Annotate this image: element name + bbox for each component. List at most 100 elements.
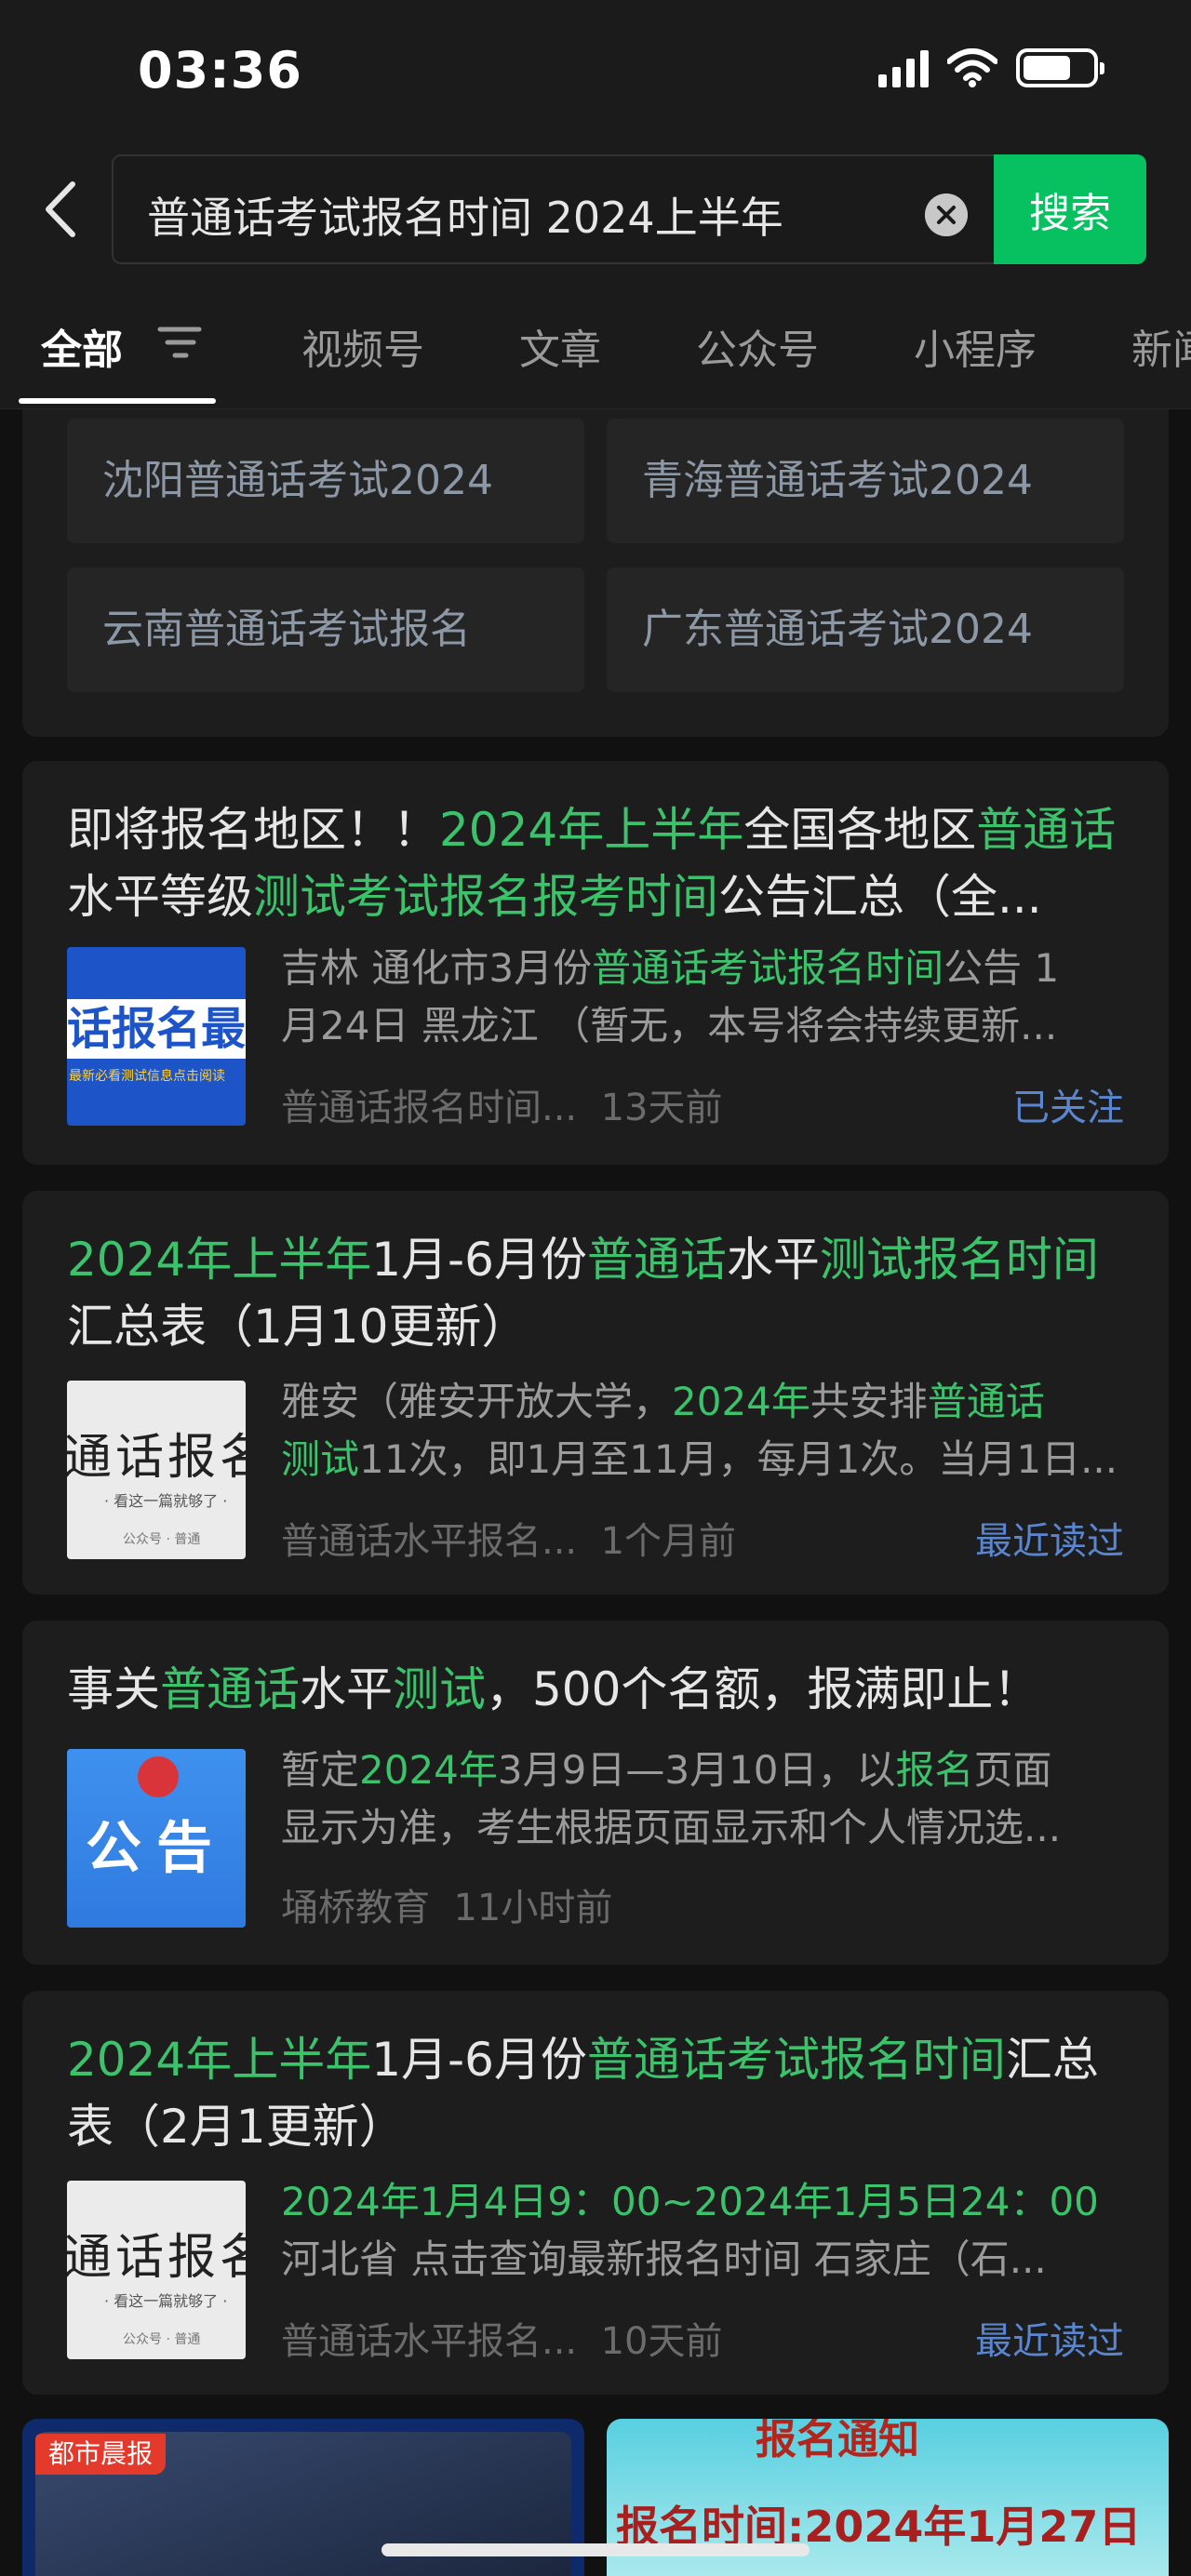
highlighted-keyword: 测试 (281, 1436, 360, 1482)
article-card[interactable]: 2024年上半年1月-6月份普通话考试报名时间汇总表（2月1更新） 通话报名汇 … (22, 1991, 1169, 2395)
highlighted-keyword: 2024年1月4日9：00~2024年1月5日24：00 (281, 2179, 1099, 2224)
search-button[interactable]: 搜索 (994, 154, 1146, 264)
highlighted-keyword: 2024年 (672, 1379, 810, 1424)
publish-time: 11小时前 (453, 1887, 613, 1929)
active-tab-indicator (19, 398, 216, 404)
article-card[interactable]: 2024年上半年1月-6月份普通话水平测试报名时间汇总表（1月10更新） 通话报… (22, 1191, 1169, 1595)
search-header: 普通话考试报名时间 2024上半年 搜索 (0, 140, 1191, 279)
source-name: 埇桥教育 (281, 1887, 430, 1929)
thumbnail-text: 话报名最新 (67, 999, 246, 1059)
text-segment: 3月9日—3月10日，以 (497, 1747, 896, 1793)
text-segment: 1月-6月份 (371, 1233, 587, 1287)
text-segment: ，500个名额，报满即止！ (486, 1662, 1040, 1716)
wifi-icon (947, 48, 997, 87)
highlighted-keyword: 报名 (895, 1747, 974, 1793)
text-segment: 雅安（雅安开放大学， (281, 1379, 673, 1424)
snippet-line: 2024年1月4日9：00~2024年1月5日24：00 (281, 2173, 1137, 2231)
related-search-chip[interactable]: 青海普通话考试2024 (607, 419, 1124, 543)
tab-articles[interactable]: 文章 (519, 316, 601, 376)
snippet-line: 吉林 通化市3月份普通话考试报名时间公告 1 (281, 940, 1137, 997)
seal-icon (138, 1756, 179, 1797)
related-search-chip[interactable]: 沈阳普通话考试2024 (67, 419, 584, 543)
text-segment: 全国各地区 (743, 803, 977, 857)
related-search-chip[interactable]: 广东普通话考试2024 (607, 567, 1124, 692)
text-segment: 吉林 通化市3月份 (281, 945, 593, 991)
article-card[interactable]: 事关普通话水平测试，500个名额，报满即止！ 公告 暂定2024年3月9日—3月… (22, 1621, 1169, 1965)
home-indicator[interactable] (381, 2543, 810, 2556)
text-segment: 月24日 黑龙江 （暂无，本号将会持续更新... (281, 1003, 1058, 1048)
article-snippet: 暂定2024年3月9日—3月10日，以报名页面显示为准，考生根据页面显示和个人情… (281, 1742, 1137, 1857)
tab-news[interactable]: 新闻 (1131, 316, 1191, 376)
text-segment: 水平 (726, 1233, 820, 1287)
highlighted-keyword: 普通话 (976, 803, 1117, 857)
article-source: 普通话水平报名... 1个月前 (281, 1511, 736, 1565)
source-badge: 都市晨报 (35, 2434, 167, 2475)
thumbnail-text: 公告 (86, 1816, 227, 1881)
source-name: 普通话水平报名... (281, 2320, 578, 2363)
text-segment: 共安排 (810, 1379, 928, 1424)
followed-tag: 已关注 (1012, 1087, 1124, 1129)
text-segment: 公告 1 (943, 945, 1060, 991)
text-segment: 水平 (300, 1662, 393, 1716)
search-input[interactable]: 普通话考试报名时间 2024上半年 (112, 154, 996, 264)
text-segment: 暂定 (281, 1747, 360, 1793)
text-segment: 11次，即1月至11月，每月1次。当月1日... (359, 1436, 1118, 1482)
back-arrow-icon[interactable] (37, 177, 84, 242)
recently-read-tag: 最近读过 (975, 1520, 1124, 1563)
recently-read-tag: 最近读过 (975, 2320, 1124, 2363)
text-segment: 页面 (973, 1747, 1052, 1793)
highlighted-keyword: 2024年 (359, 1747, 498, 1793)
highlighted-keyword: 测试考试报名报考时间 (253, 870, 718, 924)
tab-channels[interactable]: 视频号 (301, 316, 424, 376)
publish-time: 1个月前 (600, 1520, 737, 1563)
battery-icon (1016, 48, 1104, 87)
source-name: 普通话水平报名... (281, 1520, 578, 1563)
snippet-line: 雅安（雅安开放大学，2024年共安排普通话 (281, 1373, 1137, 1431)
highlighted-keyword: 测试 (393, 1662, 486, 1716)
battery-level (1024, 56, 1071, 80)
article-title: 2024年上半年1月-6月份普通话水平测试报名时间汇总表（1月10更新） (67, 1226, 1137, 1360)
related-search-chip[interactable]: 云南普通话考试报名 (67, 567, 584, 692)
text-segment: 显示为准，考生根据页面显示和个人情况选... (281, 1805, 1062, 1850)
thumbnail-caption: 最新必看测试信息点击阅读 (69, 1069, 225, 1084)
clear-search-icon[interactable] (925, 194, 968, 236)
snippet-line: 河北省 点击查询最新报名时间 石家庄（石... (281, 2231, 1137, 2289)
snippet-line: 测试11次，即1月至11月，每月1次。当月1日... (281, 1431, 1137, 1488)
thumbnail-footer: 公众号 · 普通 (123, 1532, 201, 1547)
article-title: 即将报名地区！！2024年上半年全国各地区普通话水平等级测试考试报名报考时间公告… (67, 796, 1137, 930)
text-segment: 事关 (67, 1662, 160, 1716)
search-tabs: 全部 视频号 文章 公众号 小程序 新闻 (0, 279, 1191, 409)
highlighted-keyword: 普通话 (586, 1233, 727, 1287)
tab-all[interactable]: 全部 (41, 316, 123, 376)
thumbnail-caption: · 看这一篇就够了 · (104, 1492, 228, 1510)
article-title: 事关普通话水平测试，500个名额，报满即止！ (67, 1656, 1137, 1723)
thumbnail-caption: · 看这一篇就够了 · (104, 2292, 228, 2310)
highlighted-keyword: 普通话考试报名时间 (586, 2033, 1006, 2087)
related-searches-card: 沈阳普通话考试2024 青海普通话考试2024 云南普通话考试报名 广东普通话考… (22, 409, 1169, 737)
thumbnail-footer: 公众号 · 普通 (123, 2332, 201, 2347)
article-source: 普通话水平报名... 10天前 (281, 2311, 723, 2365)
publish-time: 13天前 (600, 1087, 723, 1129)
article-snippet: 2024年1月4日9：00~2024年1月5日24：00 河北省 点击查询最新报名… (281, 2173, 1137, 2289)
highlighted-keyword: 2024年上半年 (67, 2033, 372, 2087)
article-card[interactable]: 即将报名地区！！2024年上半年全国各地区普通话水平等级测试考试报名报考时间公告… (22, 761, 1169, 1165)
highlighted-keyword: 2024年上半年 (439, 803, 744, 857)
thumbnail-text: 通话报名汇 (67, 1430, 246, 1486)
snippet-line: 暂定2024年3月9日—3月10日，以报名页面 (281, 1742, 1137, 1799)
text-segment: 即将报名地区！！ (67, 803, 439, 857)
cellular-signal-icon (878, 48, 929, 87)
filter-icon[interactable] (156, 324, 203, 361)
publish-time: 10天前 (600, 2320, 723, 2363)
article-snippet: 吉林 通化市3月份普通话考试报名时间公告 1 月24日 黑龙江 （暂无，本号将会持… (281, 940, 1137, 1055)
article-thumbnail: 通话报名汇 · 看这一篇就够了 · 公众号 · 普通 (67, 2181, 246, 2359)
article-thumbnail: 公告 (67, 1749, 246, 1928)
status-icons (878, 48, 1104, 87)
tab-mini-programs[interactable]: 小程序 (914, 316, 1037, 376)
source-name: 普通话报名时间... (281, 1087, 578, 1129)
highlighted-keyword: 测试报名时间 (819, 1233, 1099, 1287)
highlighted-keyword: 普通话 (160, 1662, 300, 1716)
text-segment: 汇总表（1月10更新） (67, 1300, 529, 1354)
tab-official-accounts[interactable]: 公众号 (696, 316, 819, 376)
text-segment: 水平等级 (67, 870, 253, 924)
article-source: 普通话报名时间... 13天前 (281, 1077, 723, 1131)
